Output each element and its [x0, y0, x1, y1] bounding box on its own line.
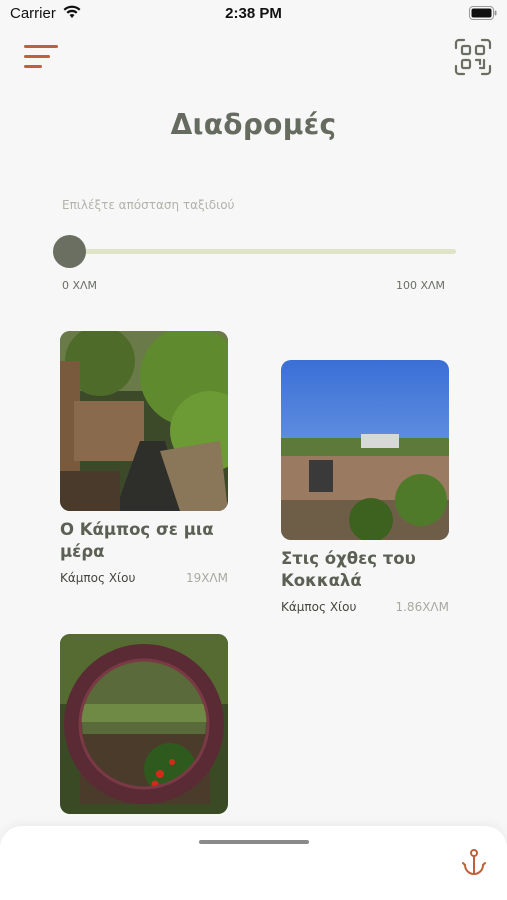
- route-title: Ο Κάμπος σε μια μέρα: [60, 520, 214, 561]
- route-location: Κάμπος Χίου: [60, 571, 136, 585]
- route-distance: 1.86ΧΛΜ: [395, 600, 449, 614]
- route-photo: [281, 360, 449, 540]
- slider-min-label: 0 ΧΛΜ: [62, 279, 98, 292]
- route-card[interactable]: [60, 634, 228, 822]
- route-meta: Κάμπος Χίου 1.86ΧΛΜ: [281, 600, 449, 616]
- route-photo: [60, 634, 228, 814]
- battery-icon: [469, 6, 497, 20]
- route-card[interactable]: Στις όχθες του Κοκκαλά Κάμπος Χίου 1.86Χ…: [281, 360, 449, 616]
- route-photo: [60, 331, 228, 511]
- route-distance: 19ΧΛΜ: [185, 571, 228, 585]
- slider-label: Επιλέξτε απόσταση ταξιδιού: [62, 198, 235, 212]
- bottom-sheet[interactable]: [0, 826, 507, 900]
- route-card[interactable]: Ο Κάμπος σε μια μέρα Κάμπος Χίου 19ΧΛΜ: [60, 331, 228, 587]
- page-title: Διαδρομές: [170, 108, 337, 141]
- distance-slider-thumb[interactable]: [52, 235, 86, 268]
- distance-slider-track[interactable]: [66, 249, 456, 254]
- menu-lines-icon[interactable]: [24, 44, 60, 70]
- route-title: Στις όχθες του Κοκκαλά: [281, 549, 416, 590]
- status-bar: Carrier 2:38 PM: [0, 0, 507, 28]
- qr-code-icon[interactable]: [454, 38, 492, 76]
- route-meta: Κάμπος Χίου 19ΧΛΜ: [60, 571, 228, 587]
- slider-max-label: 100 ΧΛΜ: [395, 279, 445, 292]
- anchor-icon[interactable]: [462, 848, 486, 876]
- clock-label: 2:38 PM: [225, 5, 282, 22]
- sheet-drag-handle[interactable]: [199, 840, 309, 844]
- route-location: Κάμπος Χίου: [281, 600, 357, 614]
